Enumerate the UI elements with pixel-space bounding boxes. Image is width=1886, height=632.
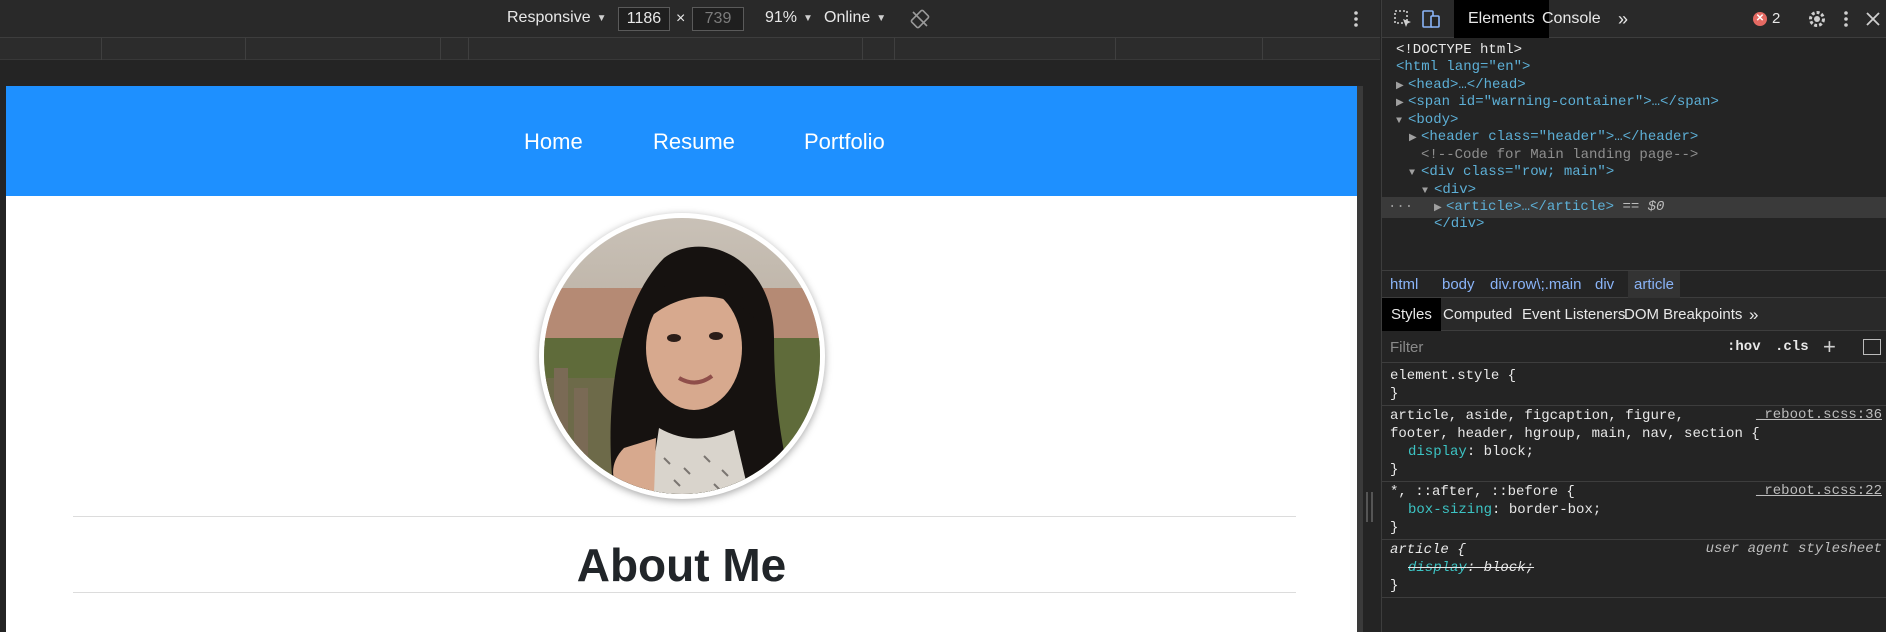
- rule-element-style[interactable]: element.style {: [1390, 367, 1516, 386]
- rule-divider: [1382, 405, 1886, 406]
- rule-selector[interactable]: article, aside, figcaption, figure,: [1390, 407, 1684, 426]
- tab-styles[interactable]: Styles: [1382, 298, 1441, 331]
- profile-avatar: [539, 213, 825, 499]
- dom-node-div-close[interactable]: </div>: [1382, 214, 1886, 235]
- rule-divider: [1382, 597, 1886, 598]
- divider-bottom: [73, 592, 1296, 593]
- dom-tree[interactable]: <!DOCTYPE html> <html lang="en"> ▶ <head>…: [1382, 38, 1886, 270]
- profile-photo: [544, 218, 820, 494]
- site-header: Home Resume Portfolio: [6, 86, 1357, 196]
- tab-computed[interactable]: Computed: [1434, 298, 1521, 331]
- styles-pane: element.style { } article, aside, figcap…: [1382, 363, 1886, 632]
- rule-close: }: [1390, 462, 1399, 478]
- device-select[interactable]: Responsive ▼: [507, 9, 607, 27]
- rule-declaration-overridden[interactable]: display: block;: [1390, 559, 1534, 578]
- device-viewport-area: Responsive ▼ 1186 × 739 91% ▼ Online ▼ H…: [0, 0, 1380, 632]
- caret-down-icon: ▼: [596, 12, 607, 24]
- nav-portfolio-link[interactable]: Portfolio: [804, 129, 885, 155]
- height-input[interactable]: 739: [692, 7, 744, 31]
- cls-toggle[interactable]: .cls: [1775, 339, 1809, 355]
- settings-gear-icon[interactable]: [1806, 8, 1828, 30]
- rule-close: }: [1390, 578, 1399, 594]
- devtools-tabbar: Elements Console » ✕ 2: [1382, 0, 1886, 38]
- breadcrumb-html[interactable]: html: [1390, 276, 1418, 293]
- throttle-label: Online: [824, 9, 871, 26]
- sidebar-toggle-icon[interactable]: [1863, 339, 1881, 355]
- devtools-panel: Elements Console » ✕ 2 <!DOCTYPE html> <…: [1381, 0, 1886, 632]
- rule-source-link[interactable]: _reboot.scss:36: [1756, 407, 1882, 423]
- width-input[interactable]: 1186: [618, 7, 670, 31]
- error-counter[interactable]: ✕ 2: [1753, 10, 1780, 27]
- rule-selector[interactable]: *, ::after, ::before {: [1390, 483, 1575, 502]
- viewport-resize-handle[interactable]: [1366, 492, 1373, 522]
- new-rule-icon[interactable]: +: [1823, 334, 1836, 360]
- styles-filter-bar: Filter :hov .cls +: [1382, 331, 1886, 363]
- rotate-icon[interactable]: [910, 9, 930, 29]
- zoom-select[interactable]: 91% ▼: [765, 9, 813, 27]
- zoom-label: 91%: [765, 9, 798, 26]
- error-icon: ✕: [1753, 11, 1767, 26]
- user-agent-source: user agent stylesheet: [1705, 541, 1882, 557]
- browser-devtools-window: Responsive ▼ 1186 × 739 91% ▼ Online ▼ H…: [0, 0, 1886, 632]
- rule-selector[interactable]: footer, header, hgroup, main, nav, secti…: [1390, 425, 1760, 444]
- more-subtabs-button[interactable]: »: [1740, 298, 1767, 331]
- portrait-image: [544, 218, 820, 494]
- dimension-separator: ×: [676, 10, 686, 27]
- breadcrumb-div-main[interactable]: div.row\;.main: [1490, 276, 1581, 293]
- nav-home-link[interactable]: Home: [524, 129, 583, 155]
- tab-dom-breakpoints[interactable]: DOM Breakpoints: [1615, 298, 1751, 331]
- page-title: About Me: [576, 539, 787, 591]
- breadcrumb-div[interactable]: div: [1595, 276, 1614, 293]
- rule-declaration[interactable]: display: block;: [1390, 443, 1534, 462]
- emulated-page: Home Resume Portfolio About Me: [6, 86, 1357, 632]
- rule-divider: [1382, 539, 1886, 540]
- device-toggle-icon[interactable]: [1420, 8, 1442, 30]
- caret-down-icon: ▼: [876, 12, 887, 24]
- rule-source-link[interactable]: _reboot.scss:22: [1756, 483, 1882, 499]
- inspect-element-icon[interactable]: [1392, 8, 1414, 30]
- media-query-ruler[interactable]: [0, 38, 1380, 60]
- hov-toggle[interactable]: :hov: [1727, 339, 1761, 355]
- device-toolbar: Responsive ▼ 1186 × 739 91% ▼ Online ▼: [0, 0, 1380, 38]
- filter-input[interactable]: Filter: [1390, 339, 1423, 356]
- divider-top: [73, 516, 1296, 517]
- breadcrumb: html body div.row\;.main div article: [1382, 270, 1886, 298]
- breadcrumb-article[interactable]: article: [1628, 271, 1681, 298]
- rule-selector[interactable]: article {: [1390, 541, 1466, 560]
- throttle-select[interactable]: Online ▼: [824, 9, 886, 27]
- rule-declaration[interactable]: box-sizing: border-box;: [1390, 501, 1601, 520]
- rule-close: }: [1390, 520, 1399, 536]
- styles-subtabs: Styles Computed Event Listeners DOM Brea…: [1382, 298, 1886, 331]
- device-label: Responsive: [507, 9, 591, 26]
- nav-resume-link[interactable]: Resume: [653, 129, 735, 155]
- more-tabs-button[interactable]: »: [1604, 0, 1642, 38]
- error-count: 2: [1772, 10, 1781, 27]
- breadcrumb-body[interactable]: body: [1442, 276, 1475, 293]
- rule-divider: [1382, 481, 1886, 482]
- more-options-icon[interactable]: [1352, 9, 1360, 29]
- tab-console[interactable]: Console: [1528, 0, 1615, 38]
- more-options-icon[interactable]: [1835, 8, 1857, 30]
- caret-down-icon: ▼: [803, 12, 813, 24]
- rule-close: }: [1390, 386, 1399, 402]
- close-icon[interactable]: [1862, 8, 1884, 30]
- viewport-scrollbar[interactable]: [1357, 86, 1363, 632]
